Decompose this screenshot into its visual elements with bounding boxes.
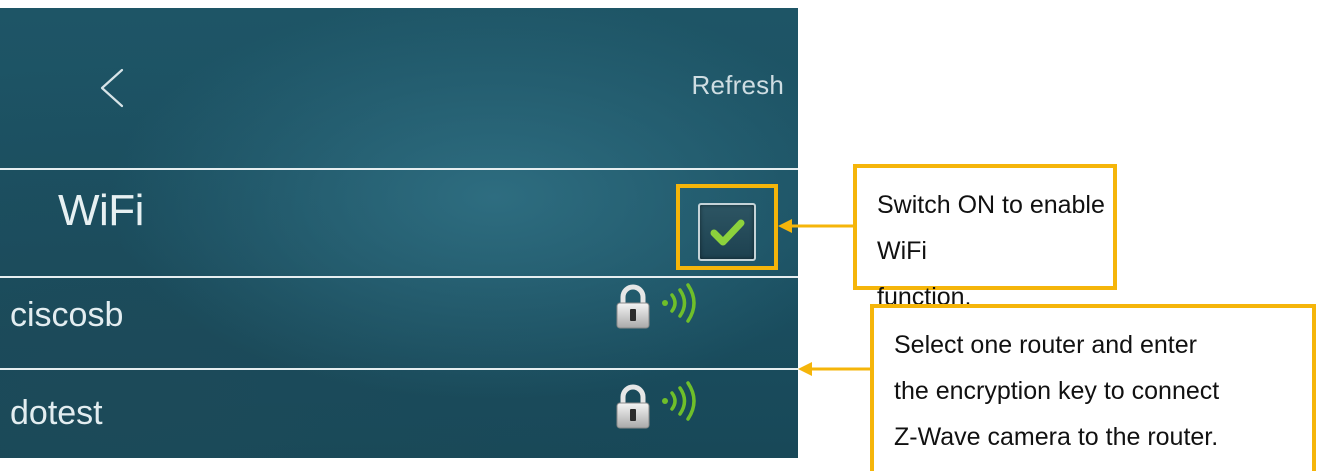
lock-icon	[616, 284, 650, 329]
wifi-title: WiFi	[58, 186, 144, 235]
refresh-button[interactable]: Refresh	[692, 70, 784, 101]
divider	[0, 168, 798, 170]
wifi-signal-icon	[662, 283, 696, 323]
callout-switch: Switch ON to enable WiFi function.	[853, 164, 1117, 311]
chevron-left-icon	[100, 68, 124, 108]
callout-select: Select one router and enter the encrypti…	[870, 304, 1316, 471]
back-button[interactable]	[88, 60, 138, 116]
toggle-highlight-box	[676, 184, 778, 270]
network-row-dotest[interactable]: dotest	[0, 374, 798, 444]
network-name: ciscosb	[10, 296, 124, 334]
callout-line: Z-Wave camera to the router.	[894, 423, 1219, 451]
divider	[0, 368, 798, 370]
arrow-left-icon	[778, 219, 854, 233]
network-row-ciscosb[interactable]: ciscosb	[0, 280, 798, 350]
arrow-left-icon	[798, 362, 880, 376]
lock-icon	[616, 384, 650, 429]
divider	[0, 276, 798, 278]
network-name: dotest	[10, 394, 103, 432]
callout-line: the encryption key to connect	[894, 377, 1220, 405]
callout-line: Switch ON to enable WiFi	[877, 191, 1105, 265]
wifi-signal-icon	[662, 381, 696, 421]
callout-line: Select one router and enter	[894, 331, 1197, 359]
